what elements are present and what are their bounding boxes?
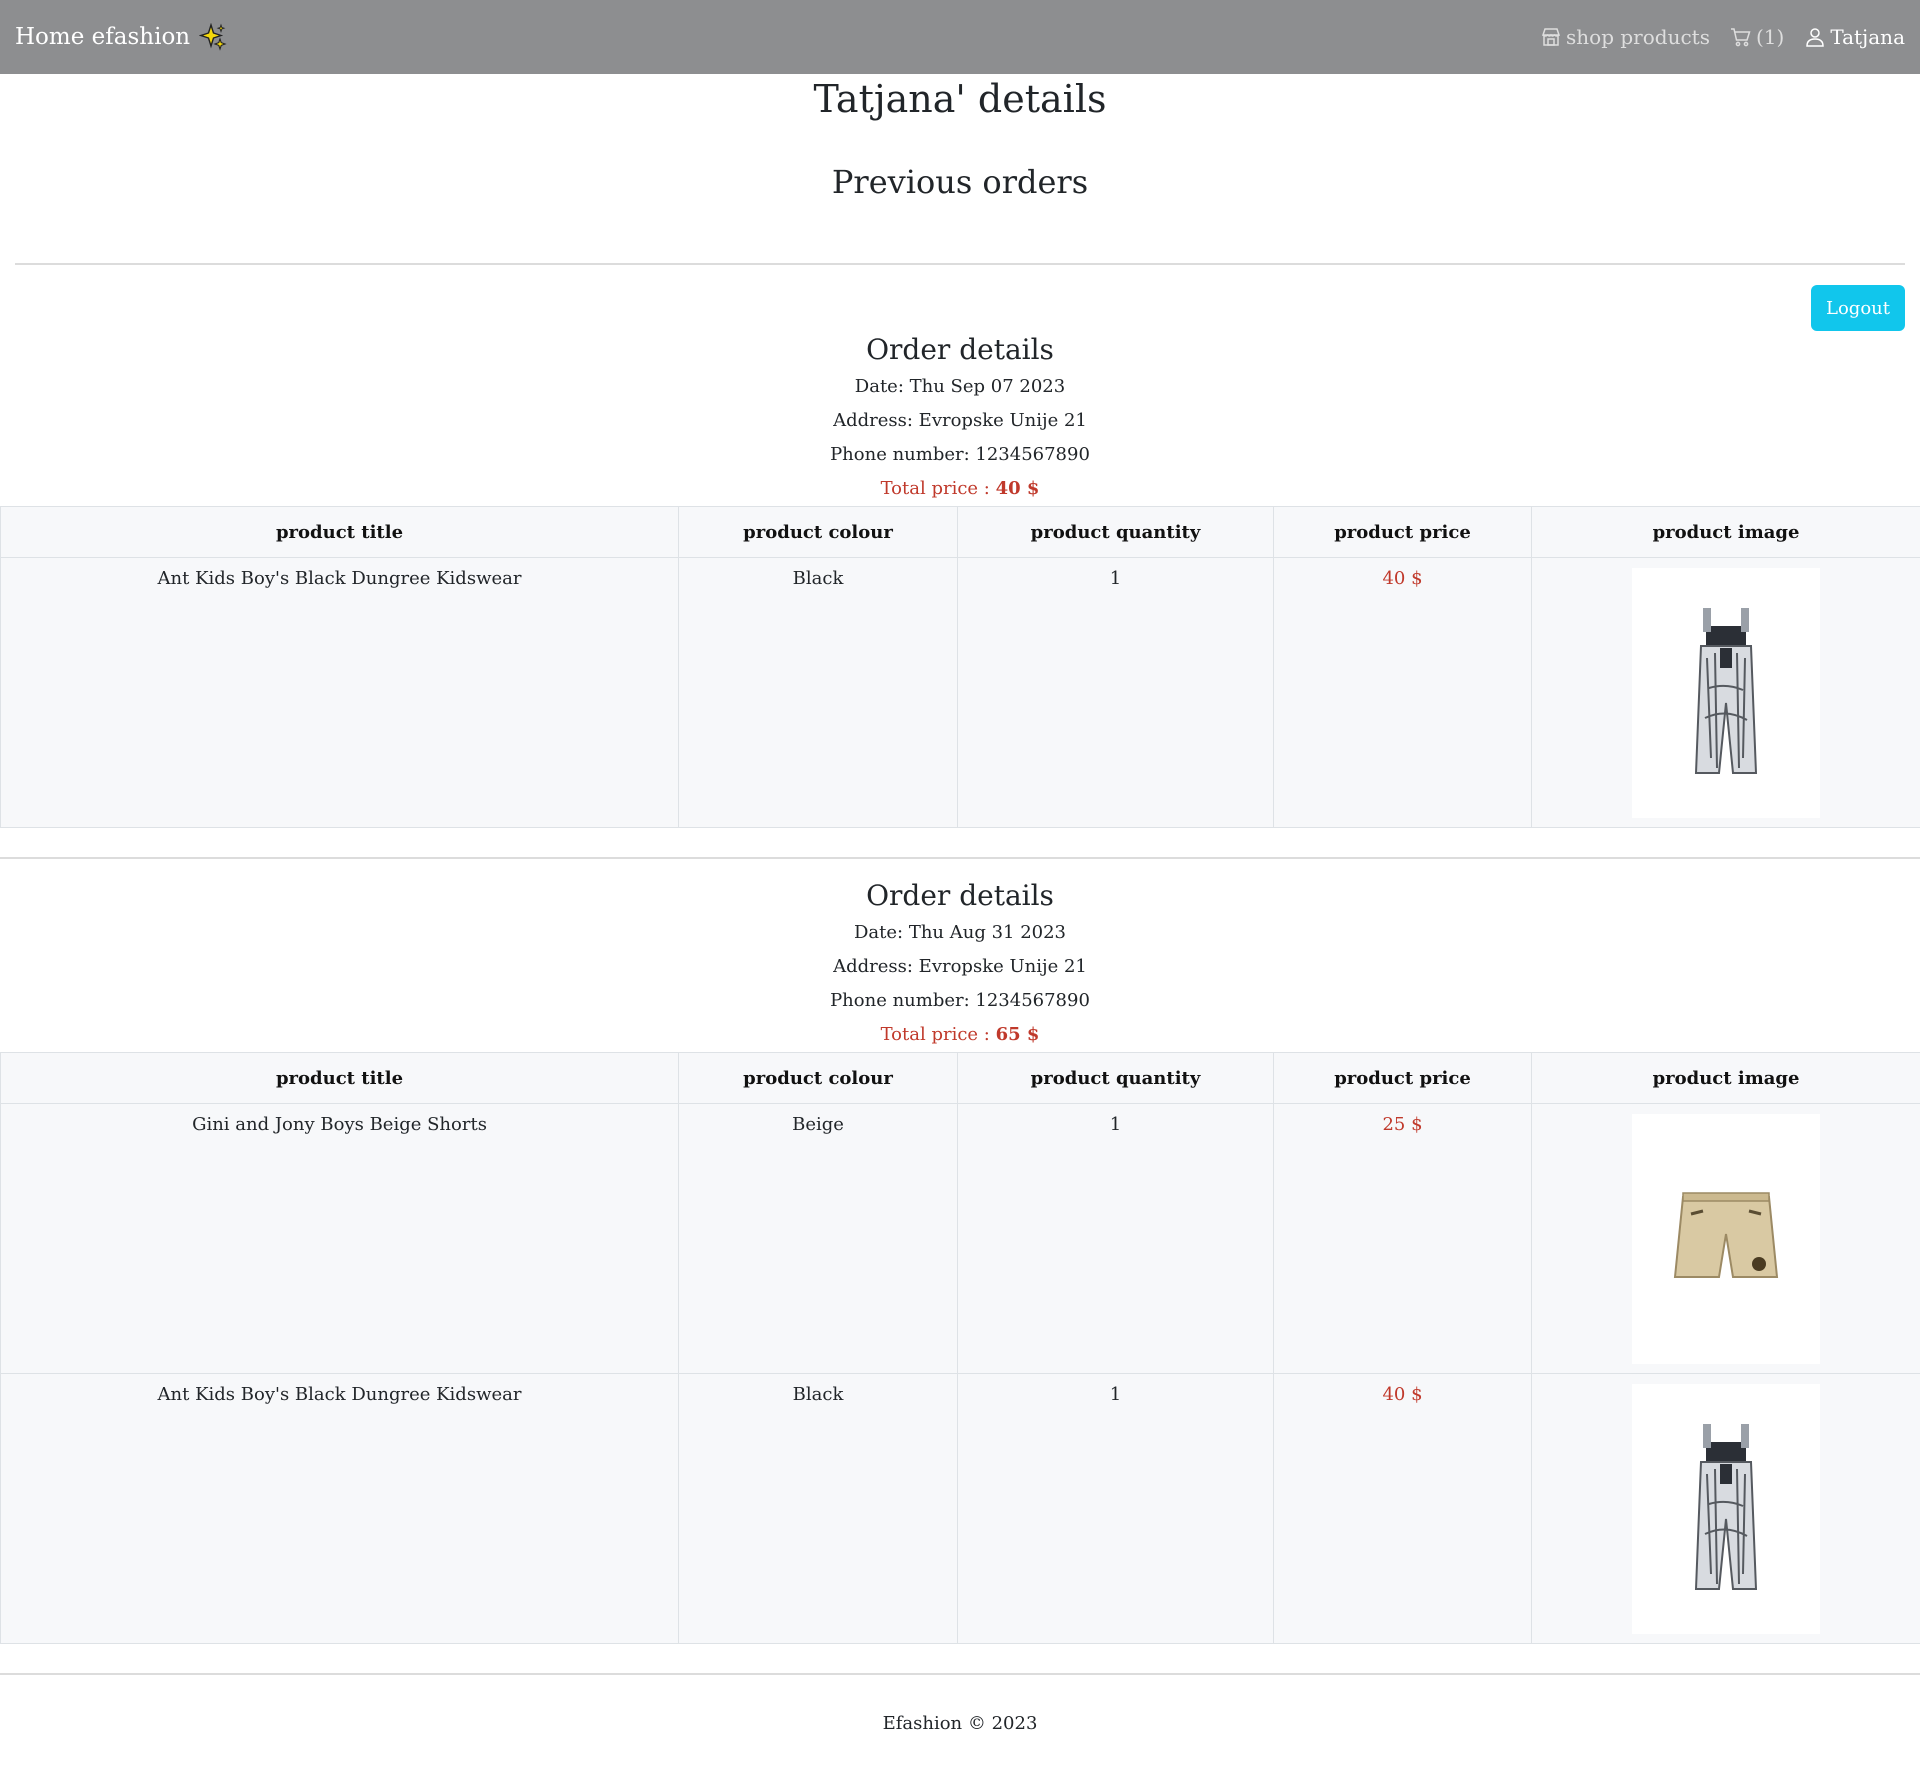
header-product-title: product title <box>0 1052 679 1104</box>
order-card: Order details Date: Thu Sep 07 2023 Addr… <box>0 330 1920 828</box>
item-quantity: 1 <box>957 1373 1274 1644</box>
item-price: 40 $ <box>1273 557 1532 828</box>
item-price: 25 $ <box>1273 1103 1532 1374</box>
header-product-title: product title <box>0 506 679 558</box>
divider <box>0 1673 1920 1675</box>
navbar: Home efashion shop products (1) Tatjana <box>0 0 1920 74</box>
divider <box>0 857 1920 859</box>
header-product-colour: product colour <box>678 506 958 558</box>
order-title: Order details <box>866 333 1054 366</box>
header-product-price: product price <box>1273 506 1532 558</box>
order-phone: Phone number: 1234567890 <box>830 990 1090 1011</box>
header-product-colour: product colour <box>678 1052 958 1104</box>
home-brand-link[interactable]: Home efashion <box>15 23 227 51</box>
shorts-image <box>1632 1114 1820 1364</box>
item-colour: Beige <box>678 1103 958 1374</box>
brand-label: Home efashion <box>15 24 191 50</box>
item-image-cell <box>1531 1103 1920 1374</box>
order-date: Date: Thu Aug 31 2023 <box>853 922 1067 943</box>
cart-icon <box>1730 28 1751 47</box>
user-name: Tatjana <box>1830 25 1905 49</box>
item-title: Ant Kids Boy's Black Dungree Kidswear <box>0 557 679 828</box>
order-date: Date: Thu Sep 07 2023 <box>854 376 1066 397</box>
order-phone: Phone number: 1234567890 <box>830 444 1090 465</box>
previous-orders-title: Previous orders <box>831 163 1089 201</box>
nav-links: shop products (1) Tatjana <box>1540 25 1905 49</box>
table-header-row: product title product colour product qua… <box>0 506 1920 558</box>
shop-icon <box>1541 28 1561 46</box>
order-address: Address: Evropske Unije 21 <box>833 410 1087 431</box>
page-title: Tatjana' details <box>813 77 1107 121</box>
header-product-quantity: product quantity <box>957 1052 1274 1104</box>
table-row: Ant Kids Boy's Black Dungree Kidswear Bl… <box>0 557 1920 828</box>
header-product-image: product image <box>1531 506 1920 558</box>
divider <box>15 263 1905 265</box>
order-items-table: product title product colour product qua… <box>0 506 1920 828</box>
dungaree-image <box>1632 1384 1820 1634</box>
shop-products-link[interactable]: shop products <box>1540 25 1710 49</box>
item-image-cell <box>1531 1373 1920 1644</box>
user-profile-link[interactable]: Tatjana <box>1804 25 1905 49</box>
total-value: 40 $ <box>995 478 1040 499</box>
order-total: Total price : 40 $ <box>0 472 1920 506</box>
total-value: 65 $ <box>995 1024 1040 1045</box>
header-product-price: product price <box>1273 1052 1532 1104</box>
dungaree-image <box>1632 568 1820 818</box>
item-title: Gini and Jony Boys Beige Shorts <box>0 1103 679 1374</box>
header-product-quantity: product quantity <box>957 506 1274 558</box>
sparkle-icon <box>199 23 227 51</box>
item-price: 40 $ <box>1273 1373 1532 1644</box>
order-items-table: product title product colour product qua… <box>0 1052 1920 1644</box>
order-title: Order details <box>866 879 1054 912</box>
cart-count: (1) <box>1755 25 1785 49</box>
item-colour: Black <box>678 1373 958 1644</box>
shop-products-label: shop products <box>1566 25 1710 49</box>
item-quantity: 1 <box>957 1103 1274 1374</box>
total-label: Total price : <box>880 1024 990 1045</box>
item-quantity: 1 <box>957 557 1274 828</box>
user-icon <box>1806 28 1825 47</box>
footer: Efashion © 2023 <box>882 1713 1038 1734</box>
item-colour: Black <box>678 557 958 828</box>
total-label: Total price : <box>880 478 990 499</box>
table-header-row: product title product colour product qua… <box>0 1052 1920 1104</box>
order-total: Total price : 65 $ <box>0 1018 1920 1052</box>
header-product-image: product image <box>1531 1052 1920 1104</box>
cart-link[interactable]: (1) <box>1730 25 1784 49</box>
order-address: Address: Evropske Unije 21 <box>833 956 1087 977</box>
logout-button[interactable]: Logout <box>1811 285 1905 331</box>
table-row: Ant Kids Boy's Black Dungree Kidswear Bl… <box>0 1373 1920 1644</box>
table-row: Gini and Jony Boys Beige Shorts Beige 1 … <box>0 1103 1920 1374</box>
item-image-cell <box>1531 557 1920 828</box>
item-title: Ant Kids Boy's Black Dungree Kidswear <box>0 1373 679 1644</box>
order-card: Order details Date: Thu Aug 31 2023 Addr… <box>0 876 1920 1644</box>
